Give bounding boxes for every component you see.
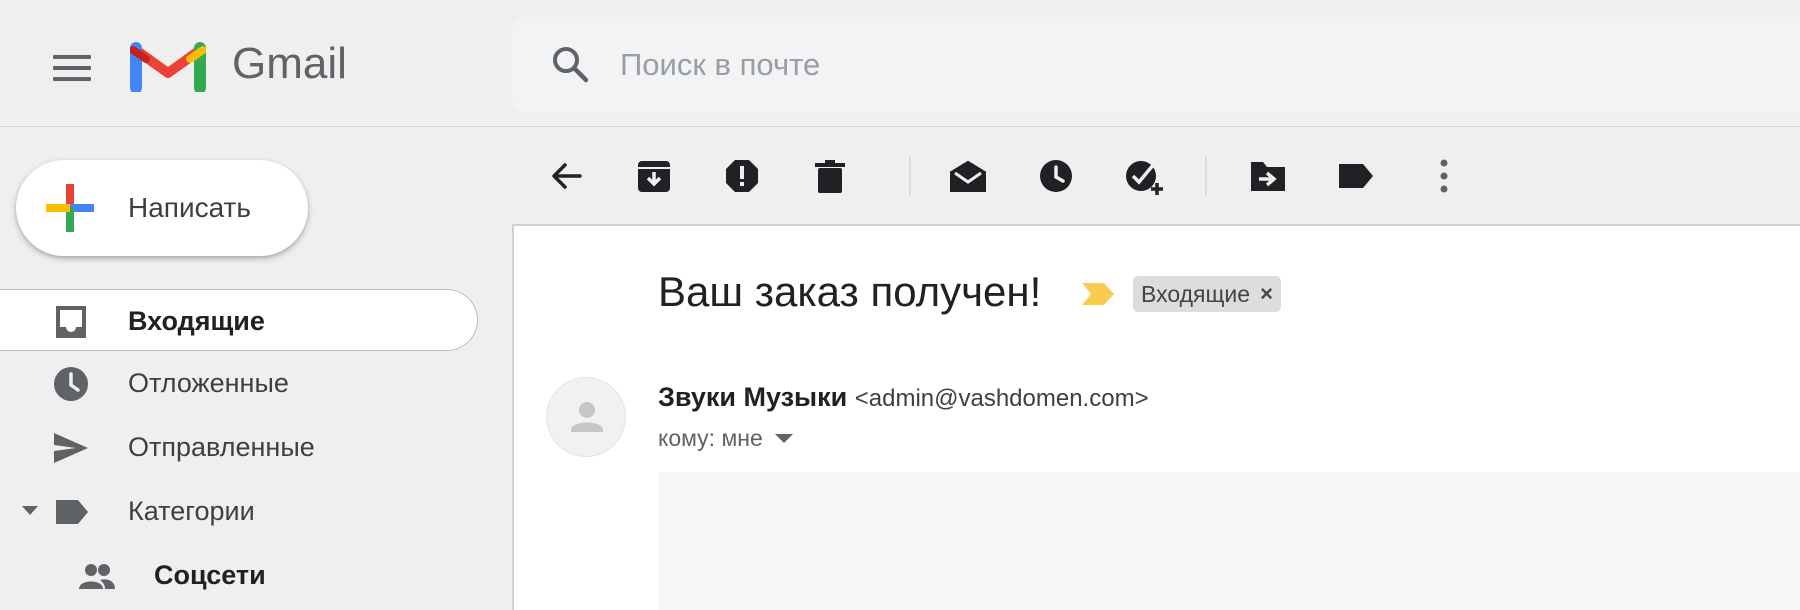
hamburger-line: [53, 66, 91, 70]
mark-unread-icon: [949, 159, 987, 192]
more-options-button[interactable]: [1420, 152, 1468, 200]
labels-button[interactable]: [1332, 152, 1380, 200]
clock-icon: [54, 367, 88, 401]
sidebar-item-inbox[interactable]: Входящие: [0, 289, 478, 351]
avatar[interactable]: [546, 377, 626, 457]
more-vertical-icon: [1440, 159, 1448, 193]
main-menu-button[interactable]: [44, 40, 100, 96]
email-body: [658, 472, 1800, 610]
back-arrow-icon: [552, 163, 582, 189]
back-button[interactable]: [542, 152, 590, 200]
compose-label: Написать: [128, 192, 251, 223]
gmail-logo-icon[interactable]: [130, 36, 206, 92]
sidebar-item-sent[interactable]: Отправленные: [0, 416, 478, 478]
importance-marker-icon[interactable]: [1080, 281, 1116, 307]
label-icon: [1339, 164, 1373, 188]
snooze-button[interactable]: [1032, 152, 1080, 200]
sidebar-item-label: Входящие: [128, 306, 265, 336]
move-to-button[interactable]: [1244, 152, 1292, 200]
sidebar-item-label: Отложенные: [128, 368, 289, 398]
label-chip-text: Входящие: [1141, 280, 1251, 307]
sidebar-item-social[interactable]: Соцсети: [0, 544, 478, 606]
archive-button[interactable]: [630, 152, 678, 200]
label-chip-inbox: Входящие ×: [1133, 276, 1281, 312]
app-name: Gmail: [232, 39, 347, 88]
hamburger-line: [53, 55, 91, 59]
snooze-icon: [1040, 160, 1072, 192]
recipient-details[interactable]: кому: мне: [658, 425, 793, 452]
sender-line: Звуки Музыки <admin@vashdomen.com>: [658, 382, 1149, 413]
sidebar-item-snoozed[interactable]: Отложенные: [0, 352, 478, 414]
sidebar-item-label: Соцсети: [154, 560, 266, 590]
email-subject: Ваш заказ получен!: [658, 268, 1042, 315]
chevron-down-icon[interactable]: [774, 434, 793, 443]
archive-icon: [638, 161, 670, 192]
sender-email: <admin@vashdomen.com>: [854, 385, 1149, 412]
sidebar-item-label: Категории: [128, 496, 255, 526]
sidebar-item-categories[interactable]: Категории: [0, 480, 478, 542]
report-spam-button[interactable]: [718, 152, 766, 200]
move-to-icon: [1251, 162, 1285, 191]
sidebar-item-label: Отправленные: [128, 432, 315, 462]
plus-icon: [46, 184, 94, 232]
remove-label-icon[interactable]: ×: [1260, 281, 1273, 307]
recipient-text: кому: мне: [658, 425, 763, 451]
inbox-icon: [56, 306, 86, 338]
label-icon: [56, 500, 88, 524]
send-icon: [54, 433, 88, 463]
search-icon[interactable]: [548, 42, 592, 86]
person-placeholder-icon: [571, 402, 603, 432]
add-to-tasks-button[interactable]: [1120, 152, 1168, 200]
sender-name[interactable]: Звуки Музыки: [658, 382, 847, 412]
toolbar-divider: [909, 156, 911, 196]
delete-button[interactable]: [806, 152, 854, 200]
report-spam-icon: [726, 160, 758, 192]
hamburger-line: [53, 77, 91, 81]
search-input[interactable]: [620, 30, 1720, 100]
chevron-down-icon[interactable]: [22, 506, 38, 515]
message-toolbar: [512, 128, 1800, 224]
add-task-icon: [1126, 161, 1163, 195]
people-icon: [79, 564, 115, 589]
mark-unread-button[interactable]: [944, 152, 992, 200]
delete-icon: [815, 160, 845, 193]
compose-button[interactable]: Написать: [16, 160, 308, 256]
toolbar-divider: [1205, 156, 1207, 196]
